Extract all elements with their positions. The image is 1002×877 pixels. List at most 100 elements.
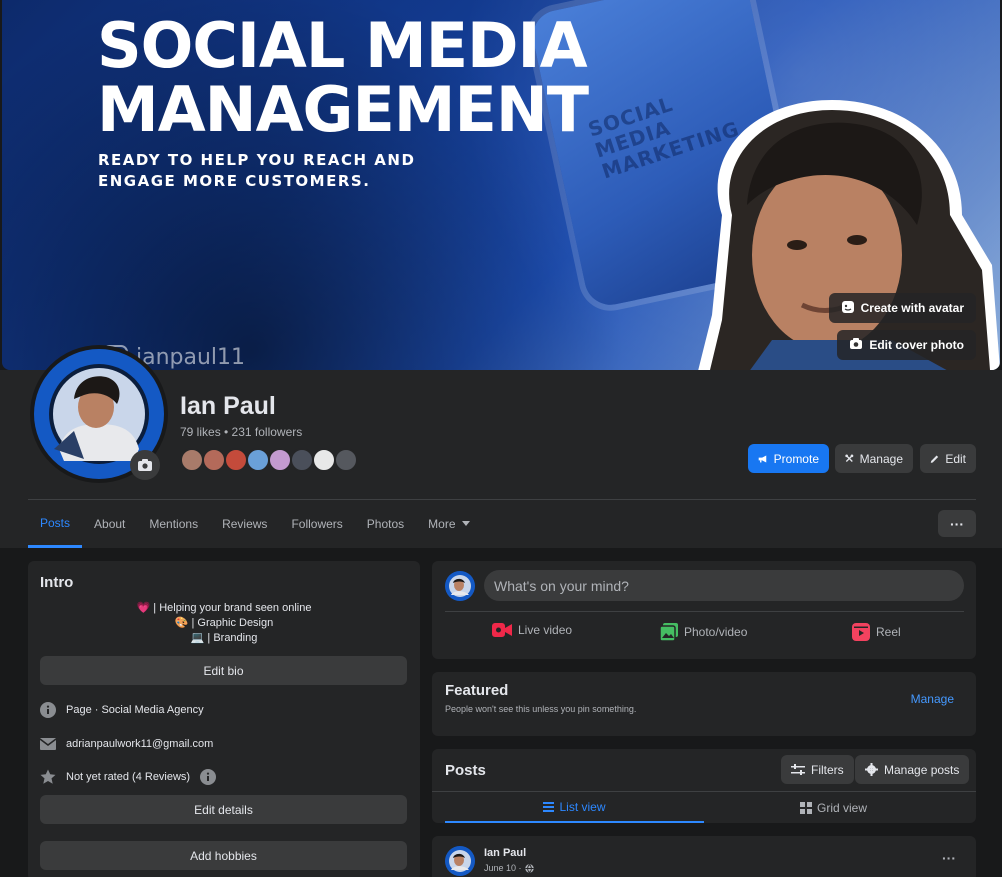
tab-label: Posts	[40, 515, 71, 530]
follower-avatar[interactable]	[312, 448, 336, 472]
rating-row: Not yet rated (4 Reviews)	[40, 769, 217, 785]
manage-posts-button[interactable]: Manage posts	[855, 755, 970, 784]
follower-avatar[interactable]	[180, 448, 204, 472]
posts-card: Posts Filters Manage posts List view Gri…	[432, 749, 976, 823]
edit-details-button[interactable]: Edit details	[40, 795, 407, 824]
grid-view-label: Grid view	[816, 800, 867, 815]
tab-label: Reviews	[222, 517, 268, 531]
intro-title: Intro	[40, 574, 74, 591]
follower-avatar[interactable]	[202, 448, 226, 472]
video-camera-icon	[492, 623, 512, 637]
bio-line: 🎨 | Graphic Design	[28, 616, 420, 631]
palette-icon: 🎨	[174, 617, 189, 629]
category-row: Page · Social Media Agency	[40, 702, 204, 718]
email-link[interactable]: adrianpaulwork11@gmail.com	[66, 738, 213, 750]
add-hobbies-label: Add hobbies	[190, 848, 257, 863]
filters-button[interactable]: Filters	[781, 755, 854, 784]
tab-label: Mentions	[149, 517, 199, 531]
featured-card: Featured People won't see this unless yo…	[432, 672, 976, 736]
list-icon	[543, 801, 555, 812]
list-view-label: List view	[559, 799, 606, 814]
tab-label: About	[94, 517, 126, 531]
live-video-button[interactable]: Live video	[492, 623, 572, 637]
tab-reviews[interactable]: Reviews	[210, 500, 279, 548]
laptop-icon: 💻	[190, 632, 205, 644]
cover-person-photo	[698, 100, 1000, 370]
edit-cover-photo-label: Edit cover photo	[869, 338, 964, 352]
page-name: Ian Paul	[180, 392, 276, 420]
filters-label: Filters	[811, 762, 844, 777]
post-composer: What's on your mind? Live video Photo/vi…	[432, 561, 976, 659]
edit-bio-label: Edit bio	[203, 663, 244, 678]
edit-button[interactable]: Edit	[920, 444, 976, 473]
star-icon	[40, 769, 56, 785]
create-with-avatar-button[interactable]: Create with avatar	[828, 293, 976, 323]
add-hobbies-button[interactable]: Add hobbies	[40, 841, 407, 870]
promote-button[interactable]: Promote	[748, 444, 829, 473]
follower-avatar[interactable]	[246, 448, 270, 472]
cover-subtitle: READY TO HELP YOU REACH AND ENGAGE MORE …	[98, 151, 416, 190]
bio-text: | Graphic Design	[188, 617, 274, 629]
tools-icon	[845, 454, 854, 462]
info-icon[interactable]	[200, 769, 217, 785]
follower-avatar[interactable]	[224, 448, 248, 472]
post-author-name[interactable]: Ian Paul	[484, 847, 526, 859]
change-profile-photo-button[interactable]	[130, 450, 160, 480]
post-author-avatar[interactable]	[445, 846, 475, 876]
post-date[interactable]: June 10 ·	[484, 863, 522, 873]
promote-label: Promote	[773, 451, 819, 466]
tab-more[interactable]: More	[416, 500, 481, 548]
featured-subtitle: People won't see this unless you pin som…	[445, 704, 637, 714]
sliders-icon	[791, 763, 805, 775]
composer-avatar[interactable]	[445, 571, 475, 601]
bio-line: 💗 | Helping your brand seen online	[28, 601, 420, 616]
whats-on-your-mind-input[interactable]: What's on your mind?	[484, 570, 964, 601]
bio-text: | Helping your brand seen online	[150, 602, 312, 614]
follower-avatar[interactable]	[268, 448, 292, 472]
tab-photos[interactable]: Photos	[355, 500, 416, 548]
cover-title-line1: SOCIAL MEDIA	[97, 9, 588, 82]
intro-card: Intro 💗 | Helping your brand seen online…	[28, 561, 420, 877]
follower-avatars[interactable]	[180, 448, 358, 472]
post-options-button[interactable]: ···	[942, 850, 956, 866]
post-item: Ian Paul June 10 · ···	[432, 836, 976, 877]
photo-video-button[interactable]: Photo/video	[660, 623, 747, 641]
post-meta: June 10 ·	[484, 863, 534, 873]
cover-title: SOCIAL MEDIA MANAGEMENT	[97, 9, 589, 142]
tab-label: More	[428, 517, 456, 531]
tab-mentions[interactable]: Mentions	[137, 500, 210, 548]
photo-icon	[660, 623, 678, 641]
follower-avatar[interactable]	[290, 448, 314, 472]
featured-manage-link[interactable]: Manage	[911, 692, 954, 706]
grid-icon	[799, 801, 812, 814]
pencil-icon	[930, 455, 939, 463]
avatar-icon	[841, 300, 855, 317]
tab-label: Photos	[366, 517, 405, 531]
reel-icon	[852, 623, 870, 641]
create-with-avatar-label: Create with avatar	[860, 301, 964, 315]
follower-avatar[interactable]	[334, 448, 358, 472]
edit-details-label: Edit details	[194, 802, 253, 817]
manage-label: Manage	[859, 451, 903, 466]
bio-line: 💻 | Branding	[28, 631, 420, 646]
more-dots: ···	[950, 515, 964, 532]
reel-button[interactable]: Reel	[852, 623, 901, 641]
grid-view-tab[interactable]: Grid view	[704, 792, 963, 823]
live-video-label: Live video	[518, 623, 573, 637]
globe-icon	[524, 863, 534, 873]
bio-text: | Branding	[204, 632, 258, 644]
edit-label: Edit	[945, 451, 966, 466]
profile-tabs: Posts About Mentions Reviews Followers P…	[28, 500, 482, 548]
tab-posts[interactable]: Posts	[28, 500, 83, 548]
tab-about[interactable]: About	[82, 500, 137, 548]
photo-video-label: Photo/video	[684, 625, 748, 639]
edit-bio-button[interactable]: Edit bio	[40, 656, 407, 685]
more-options-button[interactable]: ···	[938, 510, 976, 537]
heart-icon: 💗	[136, 602, 151, 614]
list-view-tab[interactable]: List view	[445, 792, 704, 823]
manage-button[interactable]: Manage	[835, 444, 913, 473]
edit-cover-photo-button[interactable]: Edit cover photo	[837, 330, 976, 360]
manage-posts-label: Manage posts	[884, 762, 960, 777]
tab-followers[interactable]: Followers	[279, 500, 354, 548]
envelope-icon	[40, 736, 56, 752]
